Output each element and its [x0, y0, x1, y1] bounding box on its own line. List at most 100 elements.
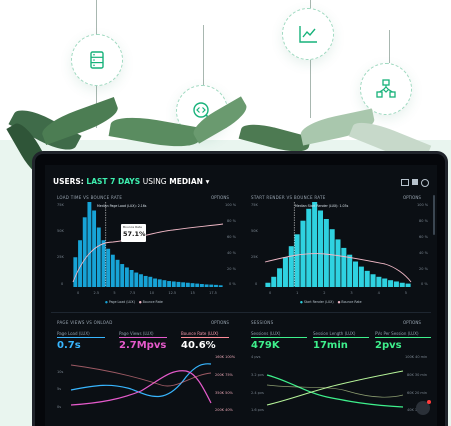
legend-dot-icon: ● — [105, 300, 108, 304]
header-prefix: USERS: — [53, 177, 84, 186]
x-tick: 2.5 — [93, 291, 100, 295]
laptop-frame: USERS: LAST 7 DAYS USING MEDIAN ▾ LOAD T… — [35, 154, 445, 426]
y-tick: 0 — [61, 282, 64, 286]
y-right-tick: 80K 30 min — [407, 373, 428, 377]
header-using: USING — [142, 177, 167, 186]
legend-label: Page Load (LUX) — [108, 300, 135, 304]
monitor-icon[interactable] — [401, 179, 409, 186]
y-right-tick: 80 % — [419, 219, 428, 223]
histogram-bar — [364, 270, 370, 287]
workflow-icon-badge[interactable] — [360, 63, 412, 115]
metric-label: Page Views (LUX) — [119, 331, 154, 336]
y-right-tick: 200K 75% — [215, 373, 233, 377]
histogram-bar — [181, 282, 186, 287]
histogram-bar — [101, 240, 106, 287]
y-right-tick: 0 % — [229, 282, 236, 286]
sessions-options[interactable]: OPTIONS — [403, 320, 421, 325]
histogram-bar — [353, 261, 359, 287]
start-render-marker-label: Median Start Render (LUX): 1.03s — [295, 204, 349, 208]
legend-label: Bounce Rate — [142, 300, 163, 304]
line-chart-icon-badge[interactable] — [282, 8, 334, 60]
legend-dot-icon: ● — [138, 300, 142, 304]
y-tick: 50K — [251, 229, 258, 233]
legend-dot-icon: ● — [300, 300, 303, 304]
histogram-bar — [120, 264, 125, 287]
help-icon[interactable] — [421, 179, 429, 187]
histogram-bar — [199, 284, 204, 288]
metric-label: PVs Per Session (LUX) — [375, 331, 419, 336]
y-right-tick: 20 % — [419, 267, 428, 271]
histogram-bar — [358, 266, 364, 287]
histogram-bar — [106, 248, 111, 287]
histogram-bar — [317, 210, 323, 287]
line-chart-icon — [299, 26, 317, 43]
chevron-down-icon[interactable]: ▾ — [206, 177, 210, 186]
workflow-icon — [376, 79, 396, 98]
histogram-bar — [162, 280, 167, 287]
session-length-value: 17min — [313, 340, 348, 351]
histogram-bar — [218, 285, 223, 287]
server-icon — [90, 51, 104, 69]
start-render-title: START RENDER VS BOUNCE RATE — [251, 195, 326, 200]
histogram-bar — [335, 239, 341, 287]
start-render-legend: ● Start Render (LUX) ● Bounce Rate — [300, 300, 362, 304]
metric-label: Page Load (LUX) — [57, 331, 90, 336]
y-right-tick: 0 % — [421, 282, 428, 286]
header-toolbar — [401, 179, 429, 187]
histogram-bar — [329, 229, 335, 287]
x-tick-row: 0 2.5 5 7.5 10 12.5 15 17.5 — [77, 291, 217, 295]
histogram-bar — [209, 284, 214, 287]
histogram-bar — [171, 281, 176, 287]
histogram-bar — [195, 283, 200, 287]
y-tick: 0s — [57, 405, 62, 409]
load-time-options[interactable]: OPTIONS — [211, 195, 229, 200]
histogram-bar — [370, 274, 376, 287]
chat-button[interactable] — [416, 400, 431, 415]
histogram-bar — [204, 284, 209, 287]
x-tick: 5 — [404, 291, 407, 295]
y-right-tick: 80 % — [227, 219, 236, 223]
histogram-bar — [399, 282, 405, 287]
histogram-bar — [382, 278, 388, 287]
histogram-bar — [294, 234, 300, 287]
y-tick: 10s — [57, 370, 64, 374]
connector-line — [203, 25, 204, 85]
histogram-bar — [376, 276, 382, 287]
save-icon[interactable] — [412, 179, 418, 185]
histogram-bar — [277, 268, 283, 287]
histogram-bar — [148, 276, 153, 287]
metric-underline — [57, 337, 105, 338]
histogram-bar — [190, 283, 195, 287]
dashboard-scrollbar[interactable] — [433, 195, 435, 235]
y-tick: 25K — [57, 255, 64, 259]
y-right-tick: 60 % — [419, 235, 428, 239]
header-range: LAST 7 DAYS — [86, 177, 141, 186]
histogram-bar — [405, 283, 411, 287]
y-right-tick: 20 % — [227, 267, 236, 271]
x-tick: 2 — [323, 291, 326, 295]
x-tick: 12.5 — [168, 291, 177, 295]
connector-line — [310, 0, 311, 8]
histogram-bar — [115, 259, 120, 287]
legend-label: Bounce Rate — [341, 300, 362, 304]
notification-dot — [427, 400, 431, 404]
y-right-tick: 100 % — [417, 203, 429, 207]
dashboard-screen: USERS: LAST 7 DAYS USING MEDIAN ▾ LOAD T… — [45, 165, 437, 426]
sessions-title: SESSIONS — [251, 320, 274, 325]
histogram-bar — [73, 257, 78, 287]
header-median[interactable]: MEDIAN — [169, 177, 203, 186]
start-render-options[interactable]: OPTIONS — [403, 195, 421, 200]
x-tick: 17.5 — [209, 291, 217, 295]
connector-line — [389, 30, 390, 63]
server-icon-badge[interactable] — [71, 34, 123, 86]
histogram-bar — [282, 257, 288, 287]
page-views-options[interactable]: OPTIONS — [211, 320, 229, 325]
histogram-bar — [87, 202, 92, 287]
y-right-tick: 40 % — [227, 251, 236, 255]
x-tick: 4 — [377, 291, 380, 295]
y-right-tick: 60K 20 min — [407, 391, 428, 395]
y-tick: 75K — [251, 203, 258, 207]
histogram-bar — [271, 276, 277, 287]
y-tick: 50K — [57, 229, 64, 233]
y-tick: 5s — [57, 387, 62, 391]
